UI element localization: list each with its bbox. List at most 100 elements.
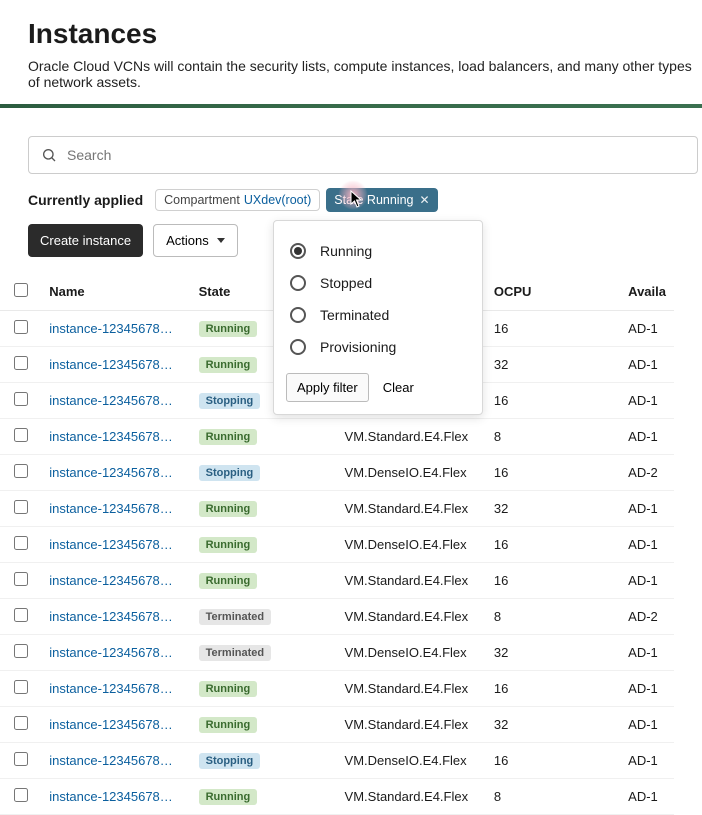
instance-name-link[interactable]: instance-12345678-…	[49, 753, 174, 768]
table-row: instance-12345678-…StoppingVM.DenseIO.E4…	[0, 743, 674, 779]
row-checkbox[interactable]	[14, 320, 28, 334]
cell-availability-domain: AD-1	[620, 419, 674, 455]
filter-chip-state[interactable]: State Running ✕	[326, 188, 437, 212]
table-row: instance-12345678-… Running VM.Standard.E4…	[0, 779, 674, 815]
filter-option-provisioning[interactable]: Provisioning	[286, 331, 470, 363]
row-checkbox[interactable]	[14, 644, 28, 658]
instance-name-link[interactable]: instance-12345678-…	[49, 357, 174, 372]
filter-option-label: Stopped	[320, 275, 372, 291]
cell-shape: VM.DenseIO.E4.Flex	[337, 743, 486, 779]
filter-chip-compartment[interactable]: Compartment UXdev(root)	[155, 189, 320, 211]
cell-availability-domain: AD-1	[620, 743, 674, 779]
search-icon	[41, 147, 57, 163]
row-checkbox[interactable]	[14, 788, 28, 802]
cell-shape: VM.DenseIO.E4.Flex	[337, 635, 486, 671]
cell-ocpu: 32	[486, 491, 620, 527]
instance-name-link[interactable]: instance-12345678-…	[49, 681, 174, 696]
status-badge: Stopping	[199, 465, 261, 481]
search-input[interactable]	[67, 147, 685, 163]
status-badge: Running	[199, 429, 258, 445]
decorative-band	[0, 104, 702, 108]
table-row: instance-12345678-…RunningVM.Standard.E4…	[0, 671, 674, 707]
cell-shape: VM.DenseIO.E4.Flex	[337, 455, 486, 491]
filter-option-stopped[interactable]: Stopped	[286, 267, 470, 299]
cell-ocpu: 16	[486, 527, 620, 563]
actions-menu-label: Actions	[166, 233, 209, 248]
instance-name-link[interactable]: instance-12345678-…	[49, 501, 174, 516]
cell-shape: VM.Standard.E4.Flex	[337, 707, 486, 743]
table-row: instance-12345678-…RunningVM.Standard.E4…	[0, 707, 674, 743]
cell-shape: VM.Standard.E4.Flex	[337, 779, 486, 815]
cell-shape: VM.Standard.E4.Flex	[337, 599, 486, 635]
select-all-checkbox[interactable]	[14, 283, 28, 297]
row-checkbox[interactable]	[14, 680, 28, 694]
table-row: instance-12345678-…TerminatedVM.Standard…	[0, 599, 674, 635]
row-checkbox[interactable]	[14, 500, 28, 514]
instance-name-link[interactable]: instance-12345678-…	[49, 573, 174, 588]
status-badge: Running	[199, 321, 258, 337]
cell-ocpu: 32	[486, 347, 620, 383]
cell-ocpu: 8	[486, 779, 620, 815]
instance-name-link[interactable]: instance-12345678-…	[49, 609, 174, 624]
chip-prefix: Compartment	[164, 193, 240, 207]
filter-option-running[interactable]: Running	[286, 235, 470, 267]
clear-filter-button[interactable]: Clear	[379, 373, 418, 402]
status-badge: Terminated	[199, 645, 271, 661]
search-field-wrap[interactable]	[28, 136, 698, 174]
row-checkbox[interactable]	[14, 608, 28, 622]
close-icon[interactable]: ✕	[420, 193, 430, 207]
chip-state-text: State Running	[334, 193, 413, 207]
table-row: instance-12345678-…RunningVM.DenseIO.E4.…	[0, 527, 674, 563]
cell-ocpu: 16	[486, 455, 620, 491]
status-badge: Running	[199, 501, 258, 517]
cell-availability-domain: AD-2	[620, 455, 674, 491]
row-checkbox[interactable]	[14, 392, 28, 406]
row-checkbox[interactable]	[14, 716, 28, 730]
cell-ocpu: 16	[486, 311, 620, 347]
cell-ocpu: 32	[486, 707, 620, 743]
filter-option-label: Terminated	[320, 307, 389, 323]
row-checkbox[interactable]	[14, 464, 28, 478]
chevron-down-icon	[217, 238, 225, 243]
row-checkbox[interactable]	[14, 356, 28, 370]
cell-shape: VM.Standard.E4.Flex	[337, 419, 486, 455]
instance-name-link[interactable]: instance-12345678-…	[49, 789, 174, 804]
state-filter-popup: Running Stopped Terminated Provisioning App…	[273, 220, 483, 415]
applied-filters-label: Currently applied	[28, 192, 143, 208]
column-header-availability[interactable]: Availa	[620, 273, 674, 311]
cell-availability-domain: AD-1	[620, 779, 674, 815]
instance-name-link[interactable]: instance-12345678-…	[49, 393, 174, 408]
row-checkbox[interactable]	[14, 752, 28, 766]
row-checkbox[interactable]	[14, 428, 28, 442]
cell-shape: VM.Standard.E4.Flex	[337, 563, 486, 599]
cell-ocpu: 32	[486, 635, 620, 671]
column-header-name[interactable]: Name	[41, 273, 190, 311]
cell-ocpu: 8	[486, 419, 620, 455]
instance-name-link[interactable]: instance-12345678-…	[49, 717, 174, 732]
row-checkbox[interactable]	[14, 536, 28, 550]
cell-ocpu: 16	[486, 563, 620, 599]
instance-name-link[interactable]: instance-12345678-…	[49, 429, 174, 444]
filter-option-terminated[interactable]: Terminated	[286, 299, 470, 331]
instance-name-link[interactable]: instance-12345678-…	[49, 537, 174, 552]
cell-availability-domain: AD-1	[620, 563, 674, 599]
instance-name-link[interactable]: instance-12345678-…	[49, 465, 174, 480]
status-badge: Running	[199, 357, 258, 373]
status-badge: Running	[199, 681, 258, 697]
table-row: instance-12345678-…RunningVM.Standard.E4…	[0, 563, 674, 599]
row-checkbox[interactable]	[14, 572, 28, 586]
cell-availability-domain: AD-1	[620, 491, 674, 527]
instance-name-link[interactable]: instance-12345678-…	[49, 321, 174, 336]
instance-name-link[interactable]: instance-12345678-…	[49, 645, 174, 660]
radio-icon	[290, 307, 306, 323]
create-instance-button[interactable]: Create instance	[28, 224, 143, 257]
column-header-ocpu[interactable]: OCPU	[486, 273, 620, 311]
cell-ocpu: 16	[486, 743, 620, 779]
cell-shape: VM.Standard.E4.Flex	[337, 491, 486, 527]
status-badge: Stopping	[199, 393, 261, 409]
cell-ocpu: 16	[486, 383, 620, 419]
status-badge: Running	[199, 789, 258, 805]
radio-icon	[290, 339, 306, 355]
actions-menu-button[interactable]: Actions	[153, 224, 238, 257]
apply-filter-button[interactable]: Apply filter	[286, 373, 369, 402]
